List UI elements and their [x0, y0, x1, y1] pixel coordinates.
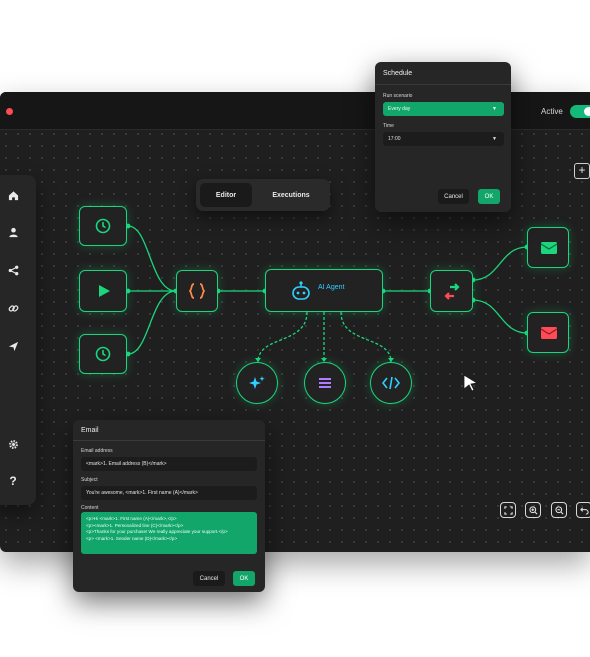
- time-label: Time: [383, 123, 394, 129]
- cursor-icon: [463, 374, 479, 392]
- schedule-cancel-button[interactable]: Cancel: [438, 189, 469, 204]
- subject-field[interactable]: You're awesome, <mark>1. First name (A)<…: [81, 486, 257, 500]
- tab-executions[interactable]: Executions: [258, 183, 324, 207]
- chevron-down-icon: ▼: [492, 106, 497, 112]
- sparkles-icon: [249, 376, 265, 389]
- schedule-panel: Schedule Run scenario Every day ▼ Time 1…: [375, 62, 511, 212]
- menu-tool-node[interactable]: [304, 362, 346, 404]
- window-dot: [6, 108, 13, 115]
- link-icon[interactable]: [4, 299, 22, 317]
- gear-icon[interactable]: [4, 435, 22, 453]
- undo-icon[interactable]: [576, 502, 590, 518]
- ai-agent-node[interactable]: AI Agent: [265, 269, 383, 312]
- menu-icon: [319, 378, 331, 388]
- code-node[interactable]: [176, 270, 218, 312]
- clock-icon: [95, 346, 111, 362]
- clock-trigger-node-bottom[interactable]: [79, 334, 127, 374]
- email-address-field[interactable]: <mark>1. Email address (B)</mark>: [81, 457, 257, 471]
- stage: Active + ? Editor Executions AI Agent Sc…: [0, 0, 590, 657]
- view-tabs: Editor Executions: [196, 179, 330, 211]
- code-icon: [382, 376, 400, 390]
- content-line: <p> <mark>1. Sender name (D)</mark></p>: [86, 535, 178, 541]
- active-label: Active: [541, 107, 563, 116]
- fullscreen-icon[interactable]: [500, 502, 516, 518]
- schedule-title: Schedule: [383, 70, 413, 77]
- sparkles-tool-node[interactable]: [236, 362, 278, 404]
- robot-icon: [292, 281, 310, 300]
- ai-agent-label: AI Agent: [318, 284, 345, 291]
- manual-trigger-node[interactable]: [79, 270, 127, 312]
- mail-icon: [540, 242, 558, 254]
- subject-label: Subject: [81, 477, 98, 483]
- mail-icon: [540, 327, 558, 339]
- time-value: 17:00: [388, 136, 401, 142]
- code-braces-icon: [188, 283, 206, 299]
- home-icon[interactable]: [4, 186, 22, 204]
- email-cancel-button[interactable]: Cancel: [193, 571, 225, 586]
- run-scenario-select[interactable]: Every day ▼: [383, 102, 504, 116]
- play-icon: [99, 285, 110, 297]
- help-icon[interactable]: ?: [4, 472, 22, 490]
- clock-trigger-node-top[interactable]: [79, 206, 127, 246]
- user-icon[interactable]: [4, 223, 22, 241]
- email-address-label: Email address: [81, 448, 113, 454]
- divider: [73, 440, 265, 441]
- email-ok-button[interactable]: OK: [233, 571, 255, 586]
- mail-node-failure[interactable]: [527, 312, 569, 353]
- send-icon[interactable]: [4, 337, 22, 355]
- email-title: Email: [81, 427, 99, 434]
- zoom-in-icon[interactable]: [525, 502, 541, 518]
- clock-icon: [95, 218, 111, 234]
- time-select[interactable]: 17:00 ▼: [383, 132, 504, 146]
- code-tool-node[interactable]: [370, 362, 412, 404]
- tab-editor[interactable]: Editor: [200, 183, 252, 207]
- chevron-down-icon: ▼: [492, 136, 497, 142]
- mail-node-success[interactable]: [527, 227, 569, 268]
- sidebar: ?: [0, 175, 36, 505]
- active-toggle[interactable]: [570, 105, 590, 118]
- content-line: <p>Thanks for your purchase! We really a…: [86, 529, 228, 534]
- content-label: Content: [81, 505, 99, 511]
- content-editor[interactable]: <p>Hi <mark>1. First name (A)</mark>,</p…: [81, 512, 257, 554]
- schedule-ok-button[interactable]: OK: [478, 189, 500, 204]
- plus-icon[interactable]: +: [574, 163, 590, 179]
- zoom-out-icon[interactable]: [551, 502, 567, 518]
- email-panel: Email Email address <mark>1. Email addre…: [73, 420, 265, 592]
- run-scenario-label: Run scenario: [383, 93, 413, 99]
- share-icon[interactable]: [4, 261, 22, 279]
- run-scenario-value: Every day: [388, 106, 411, 112]
- router-node[interactable]: [430, 270, 473, 312]
- divider: [375, 84, 511, 85]
- swap-arrows-icon: [444, 283, 460, 300]
